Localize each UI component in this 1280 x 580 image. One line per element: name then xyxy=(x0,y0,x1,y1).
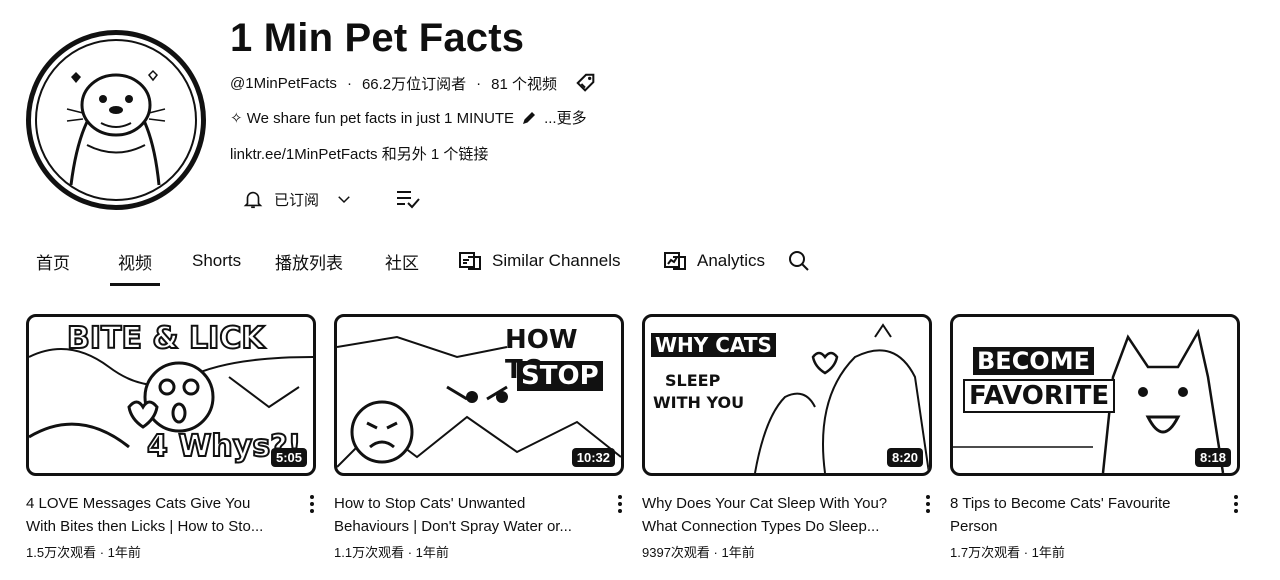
video-stats: 1.5万次观看 · 1年前 xyxy=(26,542,316,561)
video-stats: 9397次观看 · 1年前 xyxy=(642,542,932,561)
stats-separator: · xyxy=(1023,545,1029,560)
channel-avatar[interactable] xyxy=(26,30,206,210)
channel-links[interactable]: linktr.ee/1MinPetFacts 和另外 1 个链接 xyxy=(230,143,488,164)
playlist-check-button[interactable] xyxy=(388,180,428,218)
view-count: 1.7万次观看 xyxy=(950,545,1021,560)
video-title[interactable]: How to Stop Cats' Unwanted Behaviours | … xyxy=(334,492,602,538)
video-title-line: Behaviours | Don't Spray Water or... xyxy=(334,518,572,535)
channel-handle: @1MinPetFacts xyxy=(230,74,337,92)
video-title-line: With Bites then Licks | How to Sto... xyxy=(26,518,264,535)
tab-playlists[interactable]: 播放列表 xyxy=(275,236,343,286)
more-links[interactable]: 和另外 1 个链接 xyxy=(382,146,489,163)
stats-separator: · xyxy=(407,545,413,560)
video-card[interactable]: WHY CATS SLEEP WITH YOU 8:20 Why Does Yo… xyxy=(642,314,932,561)
otter-illustration xyxy=(35,39,197,201)
tab-similar-channels[interactable]: Similar Channels xyxy=(458,236,621,286)
chevron-down-icon xyxy=(335,190,353,208)
thumbnail-text: FAVORITE xyxy=(963,379,1116,413)
video-duration: 8:20 xyxy=(886,448,923,467)
search-icon xyxy=(787,249,811,273)
channel-description[interactable]: ✧ We share fun pet facts in just 1 MINUT… xyxy=(230,107,587,128)
video-stats: 1.1万次观看 · 1年前 xyxy=(334,542,624,561)
meta-separator: · xyxy=(476,74,482,92)
video-title[interactable]: 8 Tips to Become Cats' Favourite Person xyxy=(950,492,1218,538)
channel-tabs: 首页 视频 Shorts 播放列表 社区 Similar Channels An… xyxy=(0,236,1280,288)
pencil-icon xyxy=(520,109,538,127)
tab-label: Shorts xyxy=(192,251,242,270)
more-link[interactable]: ...更多 xyxy=(544,107,587,128)
tab-analytics[interactable]: Analytics xyxy=(663,236,765,286)
external-link[interactable]: linktr.ee/1MinPetFacts xyxy=(230,146,378,163)
view-count: 1.1万次观看 xyxy=(334,545,405,560)
tab-community[interactable]: 社区 xyxy=(385,236,419,286)
thumbnail-text: STOP xyxy=(517,361,603,391)
video-duration: 10:32 xyxy=(571,448,615,467)
video-title-line: Why Does Your Cat Sleep With You? xyxy=(642,495,888,512)
video-count: 81 个视频 xyxy=(491,75,557,93)
more-options-icon[interactable] xyxy=(1226,490,1246,518)
upload-age: 1年前 xyxy=(107,545,141,560)
tab-label: 播放列表 xyxy=(275,253,343,273)
video-title-line: How to Stop Cats' Unwanted xyxy=(334,495,526,512)
tab-home[interactable]: 首页 xyxy=(36,236,70,286)
tag-icon[interactable] xyxy=(575,72,597,94)
channel-search-button[interactable] xyxy=(787,236,811,286)
channel-title: 1 Min Pet Facts xyxy=(230,16,525,60)
channel-meta: @1MinPetFacts · 66.2万位订阅者 · 81 个视频 xyxy=(230,72,597,94)
video-title-line: What Connection Types Do Sleep... xyxy=(642,518,880,535)
view-count: 1.5万次观看 xyxy=(26,545,97,560)
video-title-line: 8 Tips to Become Cats' Favourite xyxy=(950,495,1171,512)
video-thumbnail[interactable]: BITE & LICK 4 Whys?! 5:05 xyxy=(26,314,316,476)
video-thumbnail[interactable]: BECOME FAVORITE 8:18 xyxy=(950,314,1240,476)
thumbnail-text: BITE & LICK xyxy=(66,320,266,357)
analytics-icon xyxy=(663,249,689,273)
bell-icon xyxy=(242,188,264,210)
meta-separator: · xyxy=(346,74,352,92)
stats-separator: · xyxy=(713,545,718,560)
upload-age: 1年前 xyxy=(415,545,449,560)
more-options-icon[interactable] xyxy=(918,490,938,518)
upload-age: 1年前 xyxy=(721,545,755,560)
upload-age: 1年前 xyxy=(1031,545,1065,560)
video-duration: 5:05 xyxy=(270,448,307,467)
video-stats: 1.7万次观看 · 1年前 xyxy=(950,542,1240,561)
thumbnail-text: BECOME xyxy=(973,347,1094,375)
video-title[interactable]: 4 LOVE Messages Cats Give You With Bites… xyxy=(26,492,294,538)
video-title-line: Person xyxy=(950,518,998,535)
view-count: 9397次观看 xyxy=(642,545,710,560)
video-card[interactable]: BITE & LICK 4 Whys?! 5:05 4 LOVE Message… xyxy=(26,314,316,561)
video-thumbnail[interactable]: WHY CATS SLEEP WITH YOU 8:20 xyxy=(642,314,932,476)
subscribed-label: 已订阅 xyxy=(274,191,320,209)
video-card[interactable]: HOW TO STOP 10:32 How to Stop Cats' Unwa… xyxy=(334,314,624,561)
similar-channels-icon xyxy=(458,249,484,273)
more-options-icon[interactable] xyxy=(302,490,322,518)
playlist-check-icon xyxy=(395,188,421,210)
more-options-icon[interactable] xyxy=(610,490,630,518)
subscriber-count: 66.2万位订阅者 xyxy=(361,75,467,93)
video-card[interactable]: BECOME FAVORITE 8:18 8 Tips to Become Ca… xyxy=(950,314,1240,561)
tab-label: 社区 xyxy=(385,253,419,273)
video-title[interactable]: Why Does Your Cat Sleep With You? What C… xyxy=(642,492,910,538)
thumbnail-text: SLEEP xyxy=(665,371,721,390)
tab-label: Similar Channels xyxy=(492,251,621,270)
description-text: ✧ We share fun pet facts in just 1 MINUT… xyxy=(230,109,515,127)
tab-videos[interactable]: 视频 xyxy=(110,236,160,286)
thumbnail-text: WITH YOU xyxy=(653,393,745,412)
video-title-line: 4 LOVE Messages Cats Give You xyxy=(26,495,251,512)
thumbnail-text: WHY CATS xyxy=(651,333,776,357)
tab-label: 首页 xyxy=(36,253,70,273)
tab-label: Analytics xyxy=(697,251,766,270)
video-duration: 8:18 xyxy=(1194,448,1231,467)
tab-shorts[interactable]: Shorts xyxy=(192,236,241,286)
stats-separator: · xyxy=(99,545,105,560)
video-thumbnail[interactable]: HOW TO STOP 10:32 xyxy=(334,314,624,476)
tab-label: 视频 xyxy=(118,253,152,273)
subscribed-button[interactable]: 已订阅 xyxy=(232,180,363,218)
